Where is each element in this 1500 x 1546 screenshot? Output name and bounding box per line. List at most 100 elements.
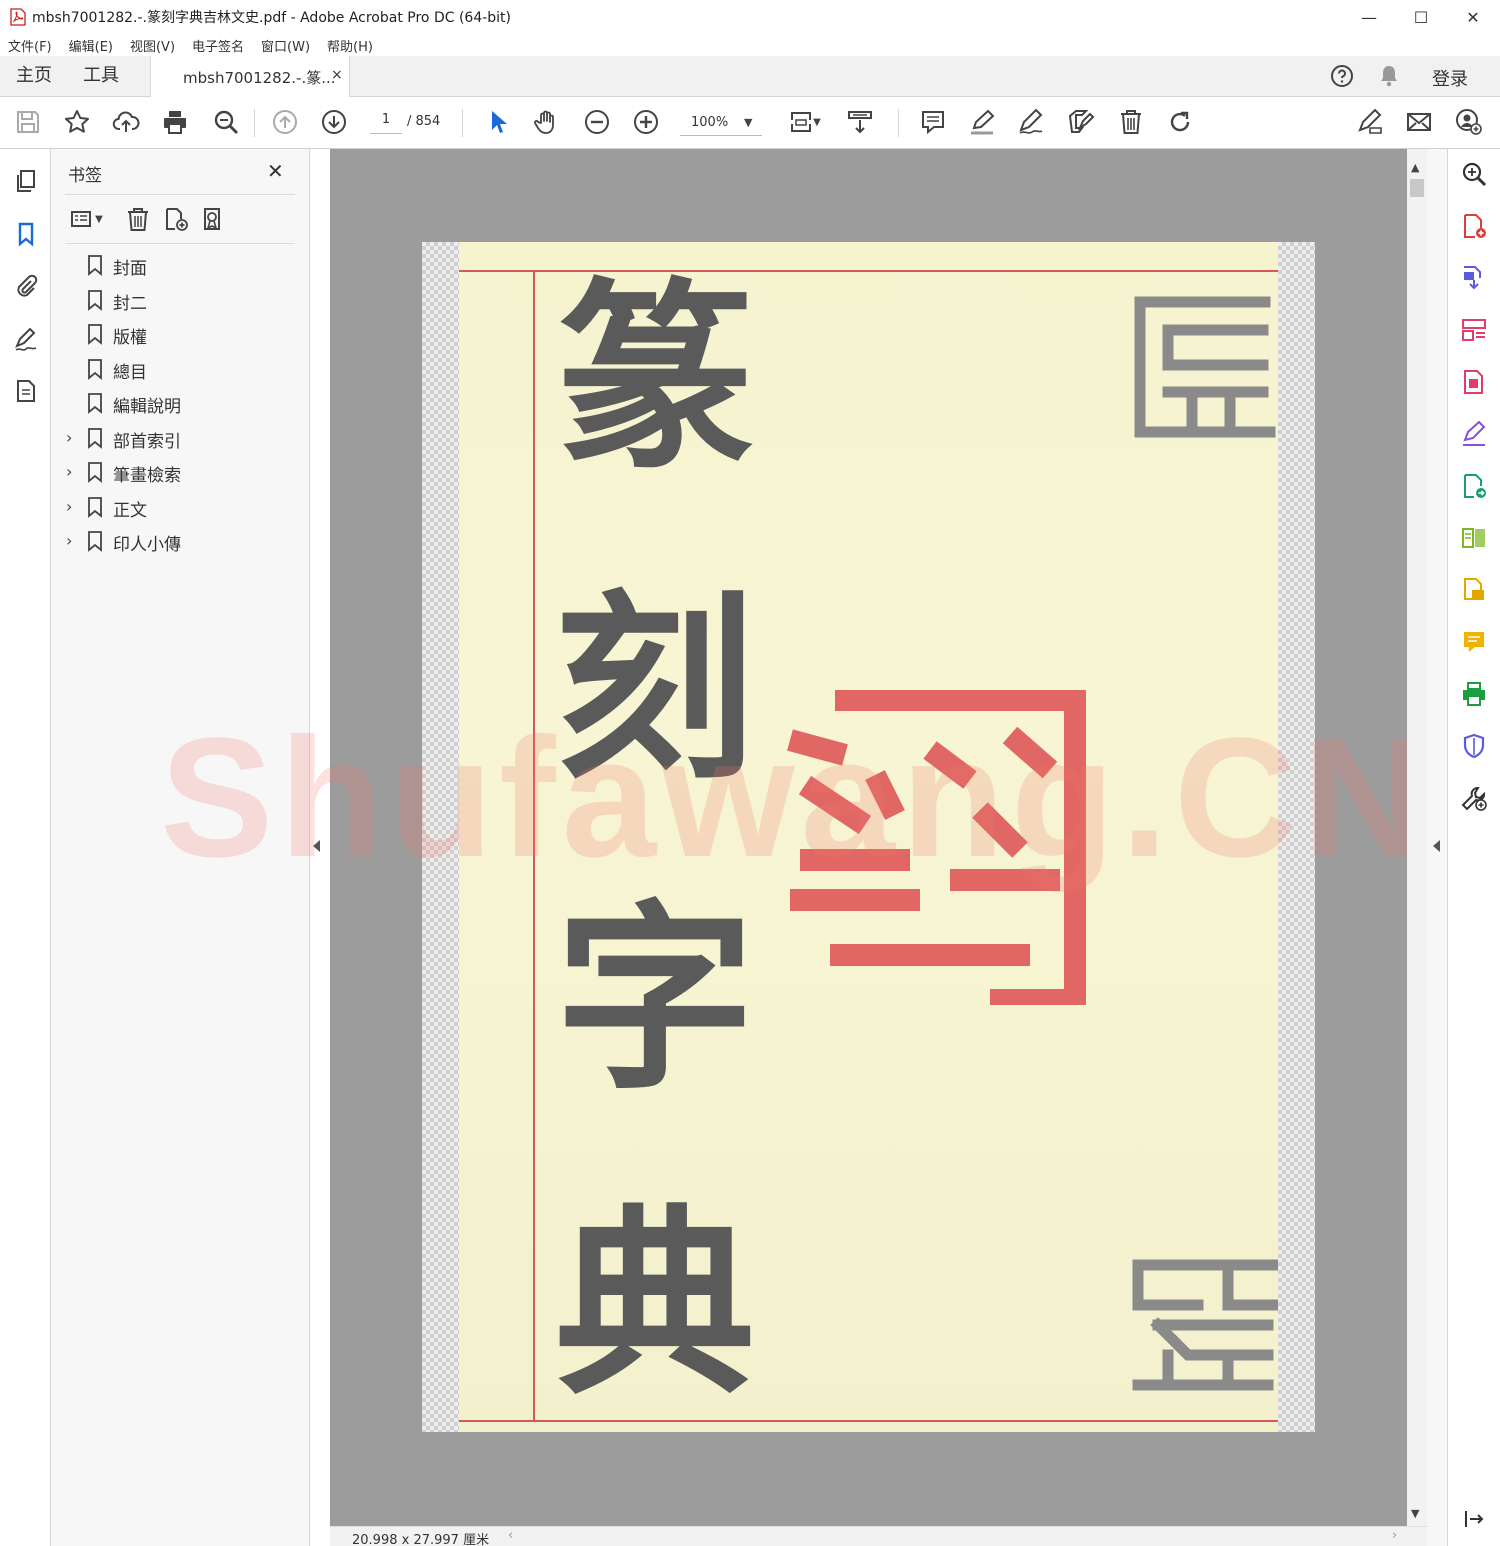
menu-esign[interactable]: 电子签名 <box>192 36 244 55</box>
help-icon[interactable] <box>1330 64 1354 88</box>
close-window-button[interactable]: ✕ <box>1447 0 1499 34</box>
delete-bookmark-button[interactable] <box>123 204 153 234</box>
bookmark-item[interactable]: › 正文 <box>61 492 291 522</box>
page-display-button[interactable]: ▼ <box>782 107 826 137</box>
seal-script-glyph-bottom <box>1132 1259 1278 1391</box>
export-pdf-button[interactable] <box>1459 263 1489 293</box>
notification-bell-icon[interactable] <box>1378 64 1400 88</box>
next-page-button[interactable] <box>319 107 349 137</box>
menu-edit[interactable]: 编辑(E) <box>69 36 113 55</box>
pages-icon <box>17 170 35 192</box>
chevron-right-icon[interactable]: › <box>66 531 80 550</box>
favorite-button[interactable] <box>62 107 92 137</box>
chevron-right-icon[interactable]: › <box>66 462 80 481</box>
bookmark-item[interactable]: 封面 <box>61 250 291 280</box>
page-number-input[interactable]: 1 <box>370 112 402 134</box>
bookmark-item[interactable]: › 筆畫檢索 <box>61 457 291 487</box>
scroll-down-arrow-icon[interactable]: ▼ <box>1411 1507 1419 1520</box>
menu-file[interactable]: 文件(F) <box>8 36 52 55</box>
bookmark-item[interactable]: 版權 <box>61 319 291 349</box>
menu-window[interactable]: 窗口(W) <box>261 36 310 55</box>
add-bookmark-icon <box>166 208 188 231</box>
chevron-right-icon[interactable]: › <box>66 497 80 516</box>
hand-tool-button[interactable] <box>532 107 562 137</box>
star-icon <box>65 110 89 133</box>
menu-help[interactable]: 帮助(H) <box>327 36 373 55</box>
send-for-review-button[interactable] <box>1459 471 1489 501</box>
delete-button[interactable] <box>1116 107 1146 137</box>
combine-files-button[interactable] <box>1459 575 1489 605</box>
chevron-right-icon[interactable]: › <box>66 428 80 447</box>
comment-icon <box>922 111 944 135</box>
vertical-scrollbar[interactable]: ▲ ▼ <box>1407 149 1427 1526</box>
maximize-button[interactable]: ☐ <box>1395 0 1447 34</box>
edit-pdf-button[interactable] <box>1459 367 1489 397</box>
bookmarks-close-button[interactable]: ✕ <box>267 159 284 183</box>
scroll-mode-button[interactable] <box>845 107 875 137</box>
scroll-left-arrow-icon[interactable]: ‹ <box>508 1528 513 1543</box>
comment-button[interactable] <box>918 107 948 137</box>
more-tools-button[interactable] <box>1459 783 1489 813</box>
page-thumbnails-button[interactable] <box>11 166 41 196</box>
tab-home[interactable]: 主页 <box>16 56 52 96</box>
compare-files-button[interactable] <box>1459 523 1489 553</box>
upload-cloud-button[interactable] <box>111 107 141 137</box>
print-button[interactable] <box>160 107 190 137</box>
fill-sign-button[interactable] <box>1355 107 1385 137</box>
bookmark-item[interactable]: 總目 <box>61 354 291 384</box>
bookmark-icon <box>88 255 102 276</box>
printer-icon <box>164 111 186 134</box>
bookmark-item[interactable]: 封二 <box>61 285 291 315</box>
menu-view[interactable]: 视图(V) <box>130 36 175 55</box>
chevron-down-icon: ▼ <box>95 213 103 225</box>
collapse-right-panel-handle[interactable] <box>1433 840 1440 852</box>
zoom-select[interactable]: 100% ▼ <box>680 110 762 136</box>
tab-bar: 主页 工具 mbsh7001282.-.篆... × 登录 <box>0 56 1500 97</box>
scrollbar-thumb[interactable] <box>1410 179 1424 197</box>
bookmark-item[interactable]: › 印人小傳 <box>61 526 291 556</box>
rotate-button[interactable] <box>1165 107 1195 137</box>
bookmark-item[interactable]: 編輯說明 <box>61 388 291 418</box>
pen-draw-icon <box>1019 108 1043 134</box>
login-button[interactable]: 登录 <box>1432 65 1468 91</box>
bookmark-icon <box>88 289 102 311</box>
scroll-right-arrow-icon[interactable]: › <box>1392 1528 1397 1543</box>
tab-tools[interactable]: 工具 <box>83 56 119 96</box>
zoom-out-button[interactable] <box>582 107 612 137</box>
right-tools-rail <box>1447 149 1500 1546</box>
signatures-button[interactable] <box>11 324 41 354</box>
expand-right-pane-button[interactable] <box>1459 1504 1489 1534</box>
previous-page-button[interactable] <box>270 107 300 137</box>
bookmark-item[interactable]: › 部首索引 <box>61 423 291 453</box>
find-button[interactable] <box>211 107 241 137</box>
email-button[interactable] <box>1404 107 1434 137</box>
stamp-button[interactable] <box>1066 107 1096 137</box>
document-properties-button[interactable] <box>11 376 41 406</box>
enhance-scan-button[interactable] <box>1459 159 1489 189</box>
document-tab-close-button[interactable]: × <box>331 67 343 83</box>
bookmark-tag-button[interactable] <box>199 204 229 234</box>
save-button[interactable] <box>13 107 43 137</box>
create-pdf-button[interactable] <box>1459 211 1489 241</box>
bookmark-options-button[interactable]: ▼ <box>65 204 107 234</box>
select-tool-button[interactable] <box>483 107 513 137</box>
organize-pages-button[interactable] <box>1459 315 1489 345</box>
draw-button[interactable] <box>1016 107 1046 137</box>
new-bookmark-button[interactable] <box>161 204 191 234</box>
print-production-button[interactable] <box>1459 679 1489 709</box>
protect-button[interactable] <box>1459 731 1489 761</box>
attachments-button[interactable] <box>11 271 41 301</box>
minimize-button[interactable]: — <box>1343 0 1395 34</box>
bookmarks-panel-button[interactable] <box>11 219 41 249</box>
zoom-search-icon <box>1462 162 1487 187</box>
scroll-up-arrow-icon[interactable]: ▲ <box>1411 161 1419 174</box>
share-user-button[interactable] <box>1454 107 1484 137</box>
tab-document[interactable]: mbsh7001282.-.篆... × <box>150 56 350 97</box>
add-comment-button[interactable] <box>1459 627 1489 657</box>
signature-pen-icon <box>15 327 37 351</box>
fill-and-sign-button[interactable] <box>1459 419 1489 449</box>
fit-page-icon <box>791 112 812 132</box>
page-total-label: / 854 <box>407 114 441 129</box>
highlight-button[interactable] <box>967 107 997 137</box>
zoom-in-button[interactable] <box>631 107 661 137</box>
